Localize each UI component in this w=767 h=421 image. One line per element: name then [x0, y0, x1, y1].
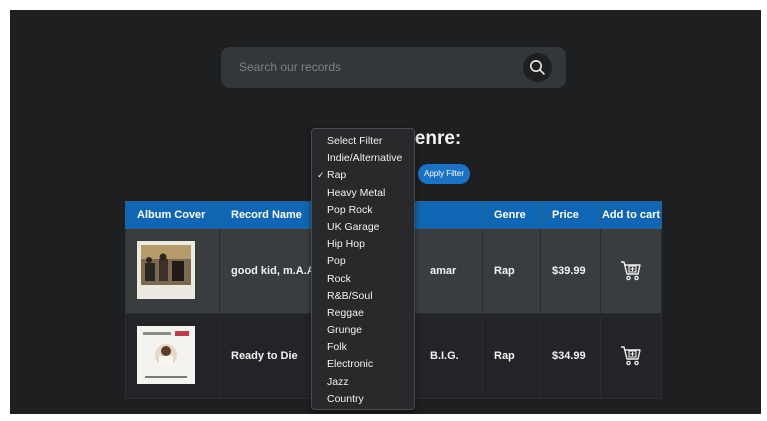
filter-option-country[interactable]: Country: [312, 391, 414, 408]
price-value: $34.99: [540, 313, 601, 399]
checkmark-icon: ✓: [317, 170, 325, 181]
genre-value: Rap: [482, 313, 541, 399]
filter-option-heavy-metal[interactable]: Heavy Metal: [312, 185, 414, 202]
filter-option-grunge[interactable]: Grunge: [312, 322, 414, 339]
filter-option-folk[interactable]: Folk: [312, 339, 414, 356]
header-add-to-cart: Add to cart: [600, 201, 662, 229]
search-input[interactable]: Search our records: [239, 60, 341, 74]
filter-option-rnb-soul[interactable]: R&B/Soul: [312, 288, 414, 305]
filter-option-jazz[interactable]: Jazz: [312, 374, 414, 391]
price-value: $39.99: [540, 228, 601, 314]
add-to-cart-cell: [600, 228, 662, 314]
genre-value: Rap: [482, 228, 541, 314]
apply-filter-button[interactable]: Apply Filter: [418, 164, 470, 184]
header-album-cover: Album Cover: [125, 201, 220, 229]
search-icon: [530, 60, 545, 75]
filter-option-uk-garage[interactable]: UK Garage: [312, 219, 414, 236]
filter-option-indie-alternative[interactable]: Indie/Alternative: [312, 150, 414, 167]
add-to-cart-icon[interactable]: [620, 344, 642, 366]
search-bar[interactable]: Search our records: [221, 47, 566, 88]
add-to-cart-icon[interactable]: [620, 259, 642, 281]
genre-filter-dropdown[interactable]: Select Filter Indie/Alternative ✓ Rap Hea…: [311, 128, 415, 410]
filter-option-rap[interactable]: ✓ Rap: [312, 167, 414, 184]
add-to-cart-cell: [600, 313, 662, 399]
filter-option-hip-hop[interactable]: Hip Hop: [312, 236, 414, 253]
album-cover-cell: [125, 228, 220, 314]
filter-option-electronic[interactable]: Electronic: [312, 356, 414, 373]
header-genre: Genre: [482, 201, 541, 229]
header-price: Price: [540, 201, 601, 229]
filter-option-reggae[interactable]: Reggae: [312, 305, 414, 322]
album-cover-image[interactable]: [137, 325, 195, 384]
filter-option-rock[interactable]: Rock: [312, 271, 414, 288]
filter-option-pop[interactable]: Pop: [312, 253, 414, 270]
album-cover-image[interactable]: [137, 240, 195, 299]
filter-option-select-filter[interactable]: Select Filter: [312, 133, 414, 150]
search-button[interactable]: [523, 53, 552, 82]
album-cover-cell: [125, 313, 220, 399]
app-screen: Search our records enre: Apply Filter Al…: [10, 10, 761, 414]
filter-option-pop-rock[interactable]: Pop Rock: [312, 202, 414, 219]
